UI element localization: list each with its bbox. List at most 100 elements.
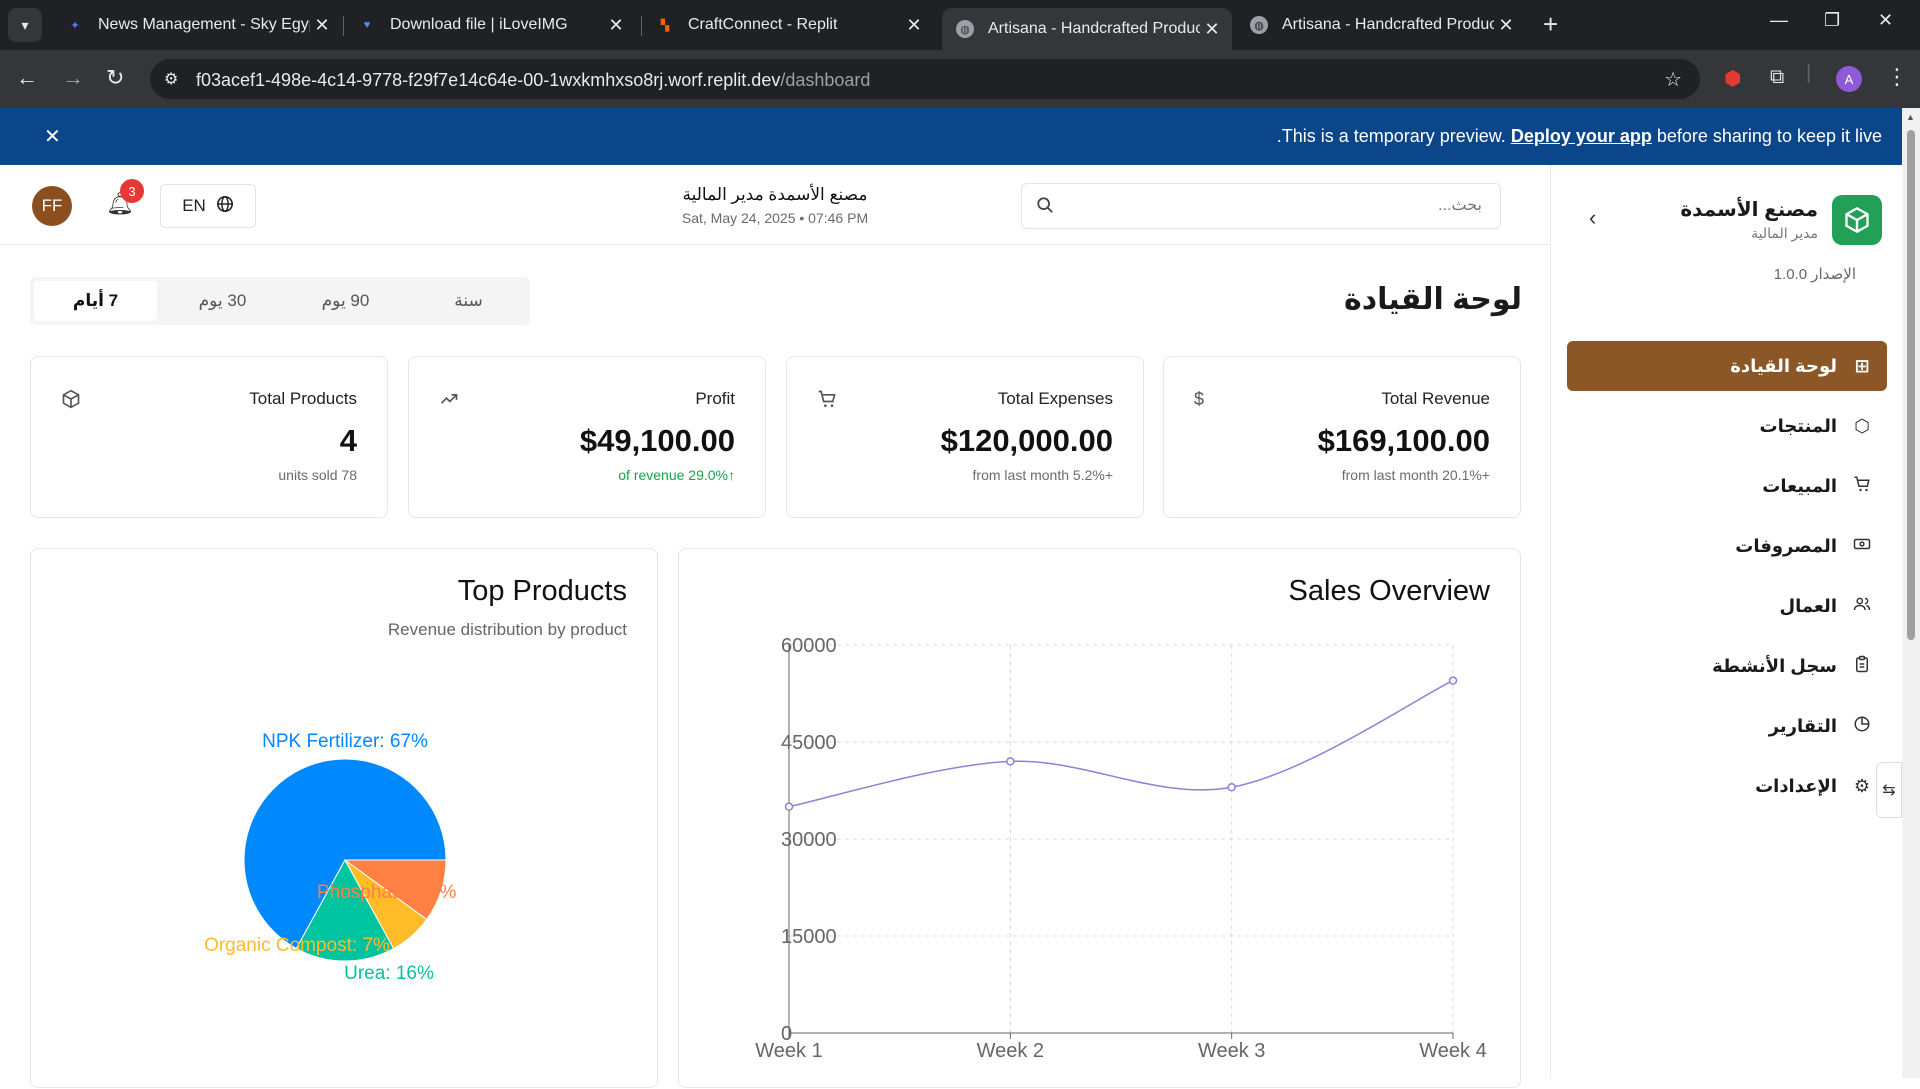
close-tab-icon[interactable]: ✕	[604, 15, 628, 36]
replit-favicon-icon: ▚	[660, 19, 670, 32]
header-info: مصنع الأسمدة مدير المالية Sat, May 24, 2…	[575, 185, 975, 226]
sales-line-chart: 015000300004500060000Week 1 Week 2 Week 3W…	[755, 635, 1486, 1062]
user-avatar[interactable]: FF	[32, 186, 72, 226]
pie-slice-label: Phosphate: 10%	[317, 882, 457, 903]
x-tick-label: Week 4	[1419, 1040, 1486, 1062]
pie-slice-label: Organic Compost: 7%	[204, 935, 390, 956]
stat-card-profit: Profit $49,100.00 of revenue 29.0%↑	[408, 356, 766, 518]
sidebar-item-dashboard[interactable]: لوحة القيادة ⊞	[1567, 341, 1887, 391]
notification-badge: 3	[120, 179, 144, 203]
browser-toolbar: ← → ↻ ⚙ f03acef1-498e-4c14-9778-f29f7e14…	[0, 50, 1920, 108]
page-title: لوحة القيادة	[1344, 283, 1522, 316]
globe-icon	[216, 195, 234, 218]
sidebar-toggle-handle[interactable]: ⇆	[1876, 762, 1902, 818]
tab-search-button[interactable]: ▾	[8, 8, 42, 42]
sidebar-item-products[interactable]: المنتجات ⬡	[1567, 401, 1887, 451]
browser-tab-active[interactable]: ◍ Artisana - Handcrafted Products ✕	[942, 8, 1232, 50]
search-icon	[1036, 196, 1054, 219]
stat-card-products: Total Products 4 units sold 78	[30, 356, 388, 518]
users-icon	[1851, 595, 1873, 618]
language-label: EN	[182, 196, 206, 215]
clipboard-icon	[1851, 655, 1873, 678]
browser-tab[interactable]: ♥ Download file | iLoveIMG ✕	[344, 8, 636, 42]
grid-icon: ⊞	[1854, 355, 1870, 376]
reload-button[interactable]: ↻	[106, 65, 124, 91]
arrow-up-icon: ↑	[728, 467, 735, 483]
scroll-up-arrow-icon[interactable]: ▲	[1906, 112, 1915, 122]
search-input[interactable]	[1070, 192, 1482, 220]
data-point	[1448, 676, 1458, 685]
close-banner-icon[interactable]: ✕	[44, 124, 61, 149]
current-datetime: Sat, May 24, 2025 • 07:46 PM	[681, 210, 869, 226]
page-scrollbar[interactable]: ▲	[1902, 108, 1920, 1078]
cart-icon	[1851, 475, 1873, 498]
site-settings-icon[interactable]: ⚙	[164, 69, 178, 89]
profit-margin: of revenue 29.0%	[618, 467, 728, 483]
period-30-days[interactable]: 30 يوم	[161, 277, 284, 325]
address-bar[interactable]: ⚙ f03acef1-498e-4c14-9778-f29f7e14c64e-0…	[150, 59, 1700, 99]
banner-message: .This is a temporary preview. Deploy you…	[1276, 126, 1882, 146]
close-tab-icon[interactable]: ✕	[310, 15, 334, 36]
browser-tab-bar: ▾ ✦ News Management - Sky Egypt ✕ ♥ Down…	[0, 0, 1920, 50]
url-path: /dashboard	[780, 70, 871, 90]
sidebar-item-settings[interactable]: الإعدادات ⚙	[1567, 761, 1887, 811]
period-year[interactable]: سنة	[407, 277, 530, 325]
x-tick-label: Week 2	[977, 1040, 1044, 1062]
news-favicon-icon: ✦	[70, 19, 80, 32]
extensions-puzzle-icon[interactable]: ⧉	[1770, 66, 1784, 89]
sidebar-item-workers[interactable]: العمال	[1567, 581, 1887, 631]
sidebar-item-activity-log[interactable]: سجل الأنشطة	[1567, 641, 1887, 691]
sidebar-item-expenses[interactable]: المصروفات	[1567, 521, 1887, 571]
browser-tab[interactable]: ▚ CraftConnect - Replit ✕	[642, 8, 934, 42]
forward-button[interactable]: →	[62, 65, 84, 91]
trending-up-icon	[439, 389, 459, 414]
new-tab-button[interactable]: +	[1543, 10, 1558, 38]
box-icon	[61, 389, 81, 414]
period-90-days[interactable]: 90 يوم	[284, 277, 407, 325]
close-tab-icon[interactable]: ✕	[902, 15, 926, 36]
globe-favicon-icon: ◍	[1250, 16, 1268, 34]
deploy-link[interactable]: Deploy your app	[1511, 126, 1652, 146]
pie-icon	[1851, 715, 1873, 738]
profile-avatar[interactable]: A	[1836, 66, 1862, 92]
extension-shield-icon[interactable]: ⬢	[1724, 66, 1741, 91]
top-products-card: Top Products Revenue distribution by pro…	[30, 548, 658, 1088]
browser-tab[interactable]: ◍ Artisana - Handcrafted Products ✕	[1236, 8, 1526, 42]
sidebar-item-sales[interactable]: المبيعات	[1567, 461, 1887, 511]
stat-card-expenses: Total Expenses $120,000.00 from last mon…	[786, 356, 1144, 518]
close-tab-icon[interactable]: ✕	[1200, 19, 1224, 40]
search-box[interactable]	[1021, 183, 1501, 229]
close-window-button[interactable]: ✕	[1878, 10, 1893, 31]
gear-icon: ⚙	[1853, 775, 1871, 796]
preview-banner: ✕ .This is a temporary preview. Deploy y…	[0, 108, 1902, 165]
sales-line	[788, 679, 1454, 808]
restore-button[interactable]: ❐	[1824, 10, 1840, 31]
products-pie-chart: NPK Fertilizer: 67% Urea: 16% Organic Comp…	[204, 731, 457, 984]
language-switcher[interactable]: EN	[160, 184, 256, 228]
sidebar: مصنع الأسمدة مدير المالية ‹ الإصدار 1.0.…	[1550, 165, 1902, 1078]
scrollbar-thumb[interactable]	[1907, 130, 1915, 640]
browser-menu-icon[interactable]: ⋮	[1886, 64, 1908, 90]
pie-slice-label: NPK Fertilizer: 67%	[262, 731, 428, 752]
period-7-days[interactable]: 7 أيام	[34, 281, 157, 321]
sidebar-item-reports[interactable]: التقارير	[1567, 701, 1887, 751]
package-logo-icon	[1832, 195, 1882, 245]
app-version: الإصدار 1.0.0	[1773, 266, 1856, 283]
data-point	[1227, 783, 1236, 792]
data-point	[1006, 757, 1015, 766]
browser-tab[interactable]: ✦ News Management - Sky Egypt ✕	[52, 8, 342, 42]
chevron-left-icon[interactable]: ‹	[1589, 205, 1596, 231]
minimize-button[interactable]: —	[1770, 10, 1788, 31]
box-icon: ⬡	[1854, 415, 1870, 436]
data-point	[784, 802, 794, 811]
heart-favicon-icon: ♥	[363, 19, 371, 31]
url-host: f03acef1-498e-4c14-9778-f29f7e14c64e-00-…	[196, 70, 781, 90]
banknote-icon	[1851, 535, 1873, 558]
app-header: FF 🔔︎ 3 EN مصنع الأسمدة مدير المالية Sat…	[0, 165, 1550, 245]
bookmark-star-icon[interactable]: ☆	[1664, 67, 1682, 92]
close-tab-icon[interactable]: ✕	[1494, 15, 1518, 36]
sales-overview-card: Sales Overview 0 15000 30000 45000 60000 Week…	[678, 548, 1521, 1088]
period-selector: 7 أيام 30 يوم 90 يوم سنة	[30, 277, 530, 325]
back-button[interactable]: ←	[16, 65, 38, 91]
brand-name: مصنع الأسمدة	[1680, 199, 1818, 221]
